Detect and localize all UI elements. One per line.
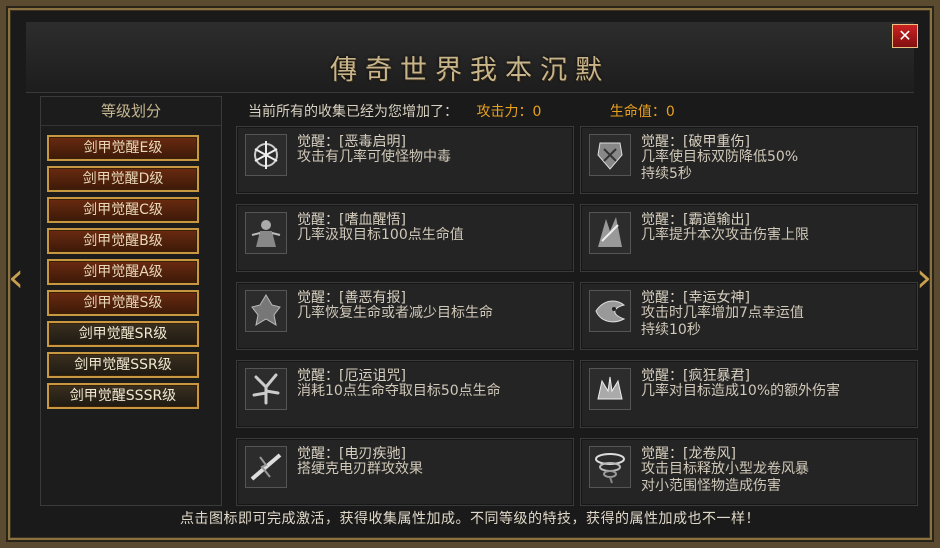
footer-hint: 点击图标即可完成激活，获得收集属性加成。不同等级的特技，获得的属性加成也不一样！	[180, 511, 760, 527]
grade-button-sr[interactable]: 剑甲觉醒SR级	[47, 321, 199, 347]
lightning-blade-skill-icon[interactable]	[245, 446, 287, 488]
skill-desc: 搭绠克电刃群攻效果	[297, 461, 423, 477]
skill-card-armor-break: 觉醒：[破甲重伤] 几率使目标双防降低50% 持续5秒	[580, 126, 918, 194]
poison-skill-icon[interactable]	[245, 134, 287, 176]
karma-skill-icon[interactable]	[245, 290, 287, 332]
skill-desc: 几率汲取目标100点生命值	[297, 227, 464, 243]
bloodthirst-skill-icon[interactable]	[245, 212, 287, 254]
summary-text: 当前所有的收集已经为您增加了：	[248, 104, 458, 120]
title-bar: 傳奇世界我本沉默	[26, 22, 914, 93]
skill-desc: 几率恢复生命或者减少目标生命	[297, 305, 493, 321]
skill-name: 觉醒：[幸运女神]	[641, 290, 750, 306]
skill-desc: 几率对目标造成10%的额外伤害	[641, 383, 841, 399]
tornado-skill-icon[interactable]	[589, 446, 631, 488]
skill-name: 觉醒：[电刃疾驰]	[297, 446, 406, 462]
skill-card-bloodthirst: 觉醒：[嗜血醒悟] 几率汲取目标100点生命值	[236, 204, 574, 272]
skill-name: 觉醒：[霸道输出]	[641, 212, 750, 228]
skill-card-mad-tyrant: 觉醒：[疯狂暴君] 几率对目标造成10%的额外伤害	[580, 360, 918, 428]
curse-skill-icon[interactable]	[245, 368, 287, 410]
skill-desc: 消耗10点生命夺取目标50点生命	[297, 383, 501, 399]
grade-button-c[interactable]: 剑甲觉醒C级	[47, 197, 199, 223]
skill-name: 觉醒：[恶毒启明]	[297, 134, 406, 150]
prev-page-arrow-icon[interactable]: ‹	[6, 258, 26, 298]
mad-tyrant-skill-icon[interactable]	[589, 368, 631, 410]
skill-desc: 几率提升本次攻击伤害上限	[641, 227, 809, 243]
skill-card-karma: 觉醒：[善恶有报] 几率恢复生命或者减少目标生命	[236, 282, 574, 350]
hp-label: 生命值：	[609, 104, 666, 120]
grade-button-d[interactable]: 剑甲觉醒D级	[47, 166, 199, 192]
armor-break-skill-icon[interactable]	[589, 134, 631, 176]
skill-desc: 攻击有几率可使怪物中毒	[297, 149, 451, 165]
grade-button-ssr[interactable]: 剑甲觉醒SSR级	[47, 352, 199, 378]
skill-desc: 几率使目标双防降低50% 持续5秒	[641, 149, 799, 182]
close-button[interactable]: ✕	[892, 24, 918, 48]
skill-card-curse: 觉醒：[厄运诅咒] 消耗10点生命夺取目标50点生命	[236, 360, 574, 428]
grade-sidebar: 等级划分 剑甲觉醒E级 剑甲觉醒D级 剑甲觉醒C级 剑甲觉醒B级 剑甲觉醒A级 …	[40, 96, 222, 506]
skill-name: 觉醒：[疯狂暴君]	[641, 368, 750, 384]
skill-name: 觉醒：[善恶有报]	[297, 290, 406, 306]
skill-name: 觉醒：[嗜血醒悟]	[297, 212, 406, 228]
skill-name: 觉醒：[厄运诅咒]	[297, 368, 406, 384]
luck-goddess-skill-icon[interactable]	[589, 290, 631, 332]
skill-name: 觉醒：[龙卷风]	[641, 446, 736, 462]
window-title: 傳奇世界我本沉默	[330, 55, 610, 86]
grade-button-e[interactable]: 剑甲觉醒E级	[47, 135, 199, 161]
hp-value: 0	[665, 104, 675, 120]
grade-button-sssr[interactable]: 剑甲觉醒SSSR级	[47, 383, 199, 409]
skill-name: 觉醒：[破甲重伤]	[641, 134, 750, 150]
bonus-summary: 当前所有的收集已经为您增加了： 攻击力：0 生命值：0	[248, 101, 675, 121]
attack-value: 0	[532, 104, 542, 120]
skill-desc: 攻击时几率增加7点幸运值 持续10秒	[641, 305, 804, 338]
attack-label: 攻击力：	[476, 104, 533, 120]
sidebar-title: 等级划分	[41, 97, 221, 126]
skill-card-domineering: 觉醒：[霸道输出] 几率提升本次攻击伤害上限	[580, 204, 918, 272]
skill-card-luck-goddess: 觉醒：[幸运女神] 攻击时几率增加7点幸运值 持续10秒	[580, 282, 918, 350]
grade-button-a[interactable]: 剑甲觉醒A级	[47, 259, 199, 285]
grade-button-s[interactable]: 剑甲觉醒S级	[47, 290, 199, 316]
skill-card-lightning-blade: 觉醒：[电刃疾驰] 搭绠克电刃群攻效果	[236, 438, 574, 506]
skill-card-evil-dawn: 觉醒：[恶毒启明] 攻击有几率可使怪物中毒	[236, 126, 574, 194]
grade-button-b[interactable]: 剑甲觉醒B级	[47, 228, 199, 254]
skill-card-tornado: 觉醒：[龙卷风] 攻击目标释放小型龙卷风暴 对小范围怪物造成伤害	[580, 438, 918, 506]
domineering-skill-icon[interactable]	[589, 212, 631, 254]
skill-desc: 攻击目标释放小型龙卷风暴 对小范围怪物造成伤害	[641, 461, 809, 494]
